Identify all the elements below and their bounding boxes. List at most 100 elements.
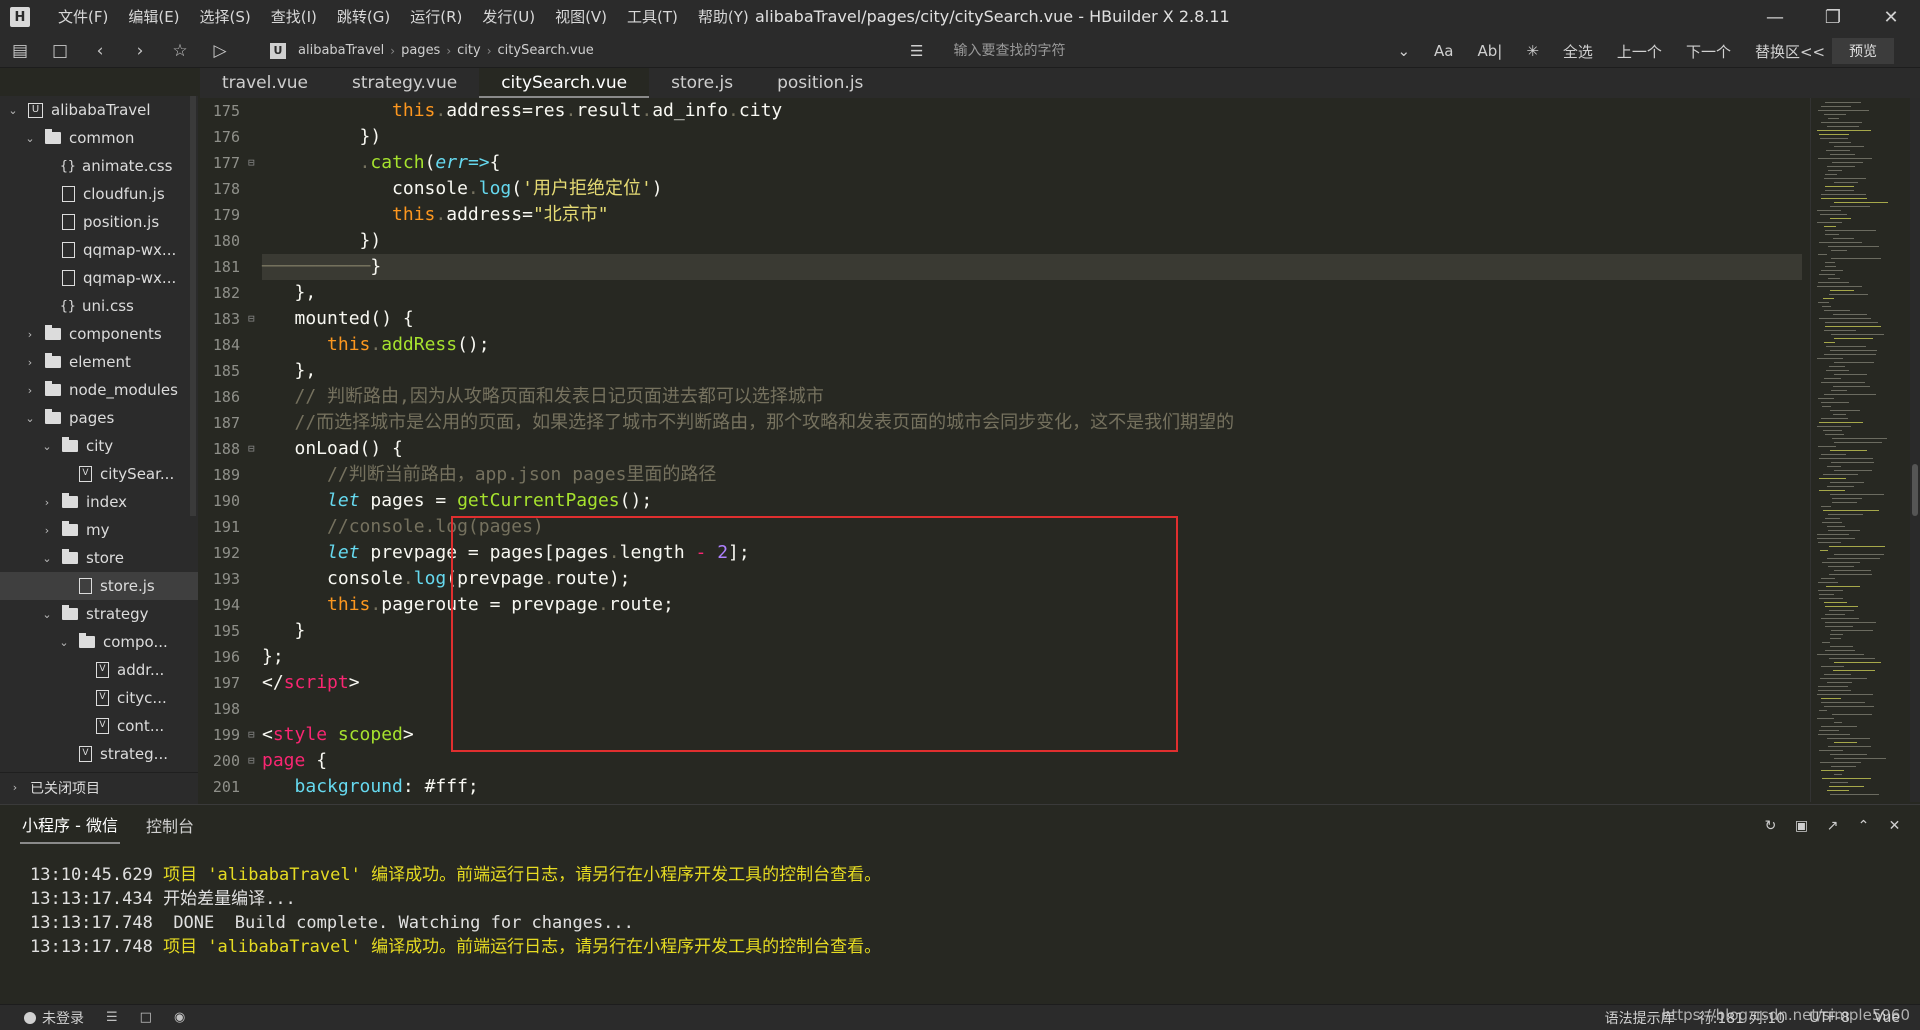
tree-item[interactable]: store.js — [0, 572, 198, 600]
tree-item[interactable]: Vaddr... — [0, 656, 198, 684]
match-case-toggle[interactable]: Aa — [1422, 42, 1465, 60]
menu-item[interactable]: 工具(T) — [617, 0, 688, 34]
code-line[interactable]: </script> — [262, 670, 1802, 696]
replace-toggle-button[interactable]: 替换区<< — [1743, 41, 1837, 62]
fold-toggle-icon[interactable]: ⊟ — [248, 748, 255, 774]
tab-strategy-vue[interactable]: strategy.vue — [330, 68, 479, 98]
closed-projects[interactable]: › 已关闭项目 — [0, 772, 198, 802]
previous-match-button[interactable]: 上一个 — [1605, 41, 1674, 62]
globe-icon[interactable]: ◉ — [174, 1010, 185, 1025]
tree-item[interactable]: {} animate.css — [0, 152, 198, 180]
forward-icon[interactable]: › — [120, 34, 160, 68]
breadcrumb-item[interactable]: citySearch.vue — [492, 43, 600, 58]
whole-word-toggle[interactable]: Ab| — [1465, 42, 1514, 60]
search-history-dropdown-icon[interactable]: ⌄ — [1385, 42, 1422, 60]
favorite-icon[interactable]: ☆ — [160, 34, 200, 68]
tree-item[interactable]: Vcityc... — [0, 684, 198, 712]
breadcrumb-item[interactable]: pages — [395, 43, 446, 58]
console-tab[interactable]: 小程序 - 微信 — [20, 806, 120, 844]
code-line[interactable]: }) — [262, 228, 1802, 254]
minimize-icon[interactable]: — — [1746, 0, 1804, 34]
tree-item[interactable]: ⌄ compo... — [0, 628, 198, 656]
code-line[interactable]: console.log(prevpage.route); — [262, 566, 1802, 592]
back-icon[interactable]: ‹ — [80, 34, 120, 68]
code-line[interactable]: background: #fff; — [262, 774, 1802, 800]
code-line[interactable]: this.pageroute = prevpage.route; — [262, 592, 1802, 618]
login-status[interactable]: 未登录 — [24, 1008, 84, 1028]
breadcrumb-item[interactable]: city — [451, 43, 487, 58]
chevron-down-icon[interactable]: ⌄ — [40, 440, 54, 453]
tree-item[interactable]: {} uni.css — [0, 292, 198, 320]
code-line[interactable]: }, — [262, 358, 1802, 384]
find-mode-icon[interactable]: ☰ — [898, 42, 935, 60]
close-icon[interactable]: ✕ — [1862, 0, 1920, 34]
chevron-down-icon[interactable]: ⌄ — [40, 608, 54, 621]
code-line[interactable]: onLoad() { — [262, 436, 1802, 462]
code-line[interactable]: page { — [262, 748, 1802, 774]
code-line[interactable]: let prevpage = pages[pages.length - 2]; — [262, 540, 1802, 566]
code-line[interactable] — [262, 696, 1802, 722]
select-all-button[interactable]: 全选 — [1551, 41, 1605, 62]
menu-item[interactable]: 编辑(E) — [118, 0, 189, 34]
tab-travel-vue[interactable]: travel.vue — [200, 68, 330, 98]
menu-item[interactable]: 运行(R) — [400, 0, 472, 34]
tab-citySearch-vue[interactable]: citySearch.vue — [479, 68, 650, 98]
stop-icon[interactable]: ▣ — [1786, 813, 1817, 839]
list-icon[interactable]: ☰ — [106, 1010, 118, 1025]
chevron-down-icon[interactable]: ⌄ — [40, 552, 54, 565]
sidebar-scrollbar[interactable] — [190, 96, 196, 516]
tree-item[interactable]: ⌄ UalibabaTravel — [0, 96, 198, 124]
new-file-icon[interactable]: ▤ — [0, 34, 40, 68]
code-line[interactable]: mounted() { — [262, 306, 1802, 332]
console-tab[interactable]: 控制台 — [144, 807, 196, 843]
fold-toggle-icon[interactable]: ⊟ — [248, 436, 255, 462]
editor-scrollbar[interactable] — [1910, 98, 1920, 802]
run-icon[interactable]: ▷ — [200, 34, 240, 68]
tree-item[interactable]: › my — [0, 516, 198, 544]
code-line[interactable]: this.address="北京市" — [262, 202, 1802, 228]
chevron-right-icon[interactable]: › — [40, 524, 54, 537]
menu-item[interactable]: 选择(S) — [190, 0, 261, 34]
scrollbar-thumb[interactable] — [1912, 464, 1918, 516]
tree-item[interactable]: VcitySear... — [0, 460, 198, 488]
tree-item[interactable]: Vcont... — [0, 712, 198, 740]
search-input[interactable] — [935, 38, 1386, 64]
fold-toggle-icon[interactable]: ⊟ — [248, 722, 255, 748]
save-icon[interactable]: □ — [40, 34, 80, 68]
code-line[interactable]: }, — [262, 280, 1802, 306]
code-line[interactable]: this.addRess(); — [262, 332, 1802, 358]
code-line[interactable]: //而选择城市是公用的页面，如果选择了城市不判断路由，那个攻略和发表页面的城市会… — [262, 410, 1802, 436]
tree-item[interactable]: › element — [0, 348, 198, 376]
chevron-down-icon[interactable]: ⌄ — [57, 636, 71, 649]
breadcrumb-item[interactable]: alibabaTravel — [292, 43, 390, 58]
fold-toggle-icon[interactable]: ⊟ — [248, 306, 255, 332]
preview-button[interactable]: 预览 — [1832, 38, 1894, 64]
minimap[interactable] — [1810, 98, 1910, 802]
code-editor[interactable]: 175 176 177 ⊟ 178 179 180 181 182 183 ⊟ 184 185 186 18… — [200, 98, 1810, 802]
menu-item[interactable]: 发行(U) — [472, 0, 545, 34]
tree-item[interactable]: position.js — [0, 208, 198, 236]
export-icon[interactable]: ↗ — [1817, 813, 1848, 839]
chevron-right-icon[interactable]: › — [40, 496, 54, 509]
tree-item[interactable]: › node_modules — [0, 376, 198, 404]
restart-icon[interactable]: ↻ — [1755, 813, 1786, 839]
chevron-right-icon[interactable]: › — [23, 356, 37, 369]
tree-item[interactable]: › components — [0, 320, 198, 348]
menu-item[interactable]: 查找(I) — [261, 0, 327, 34]
close-panel-icon[interactable]: ✕ — [1879, 813, 1910, 839]
menu-item[interactable]: 帮助(Y) — [688, 0, 759, 34]
code-line[interactable]: // 判断路由,因为从攻略页面和发表日记页面进去都可以选择城市 — [262, 384, 1802, 410]
code-line[interactable]: <style scoped> — [262, 722, 1802, 748]
code-line[interactable]: } — [262, 618, 1802, 644]
code-line[interactable]: //判断当前路由，app.json pages里面的路径 — [262, 462, 1802, 488]
code-line[interactable]: ──────────} — [262, 254, 1802, 280]
tree-item[interactable]: qqmap-wx... — [0, 236, 198, 264]
code-line[interactable]: }; — [262, 644, 1802, 670]
tree-item[interactable]: › index — [0, 488, 198, 516]
maximize-icon[interactable]: ❐ — [1804, 0, 1862, 34]
tree-item[interactable]: ⌄ strategy — [0, 600, 198, 628]
regex-toggle-icon[interactable]: ✳ — [1514, 42, 1551, 60]
menu-item[interactable]: 文件(F) — [48, 0, 118, 34]
collapse-icon[interactable]: ⌃ — [1848, 813, 1879, 839]
tree-item[interactable]: cloudfun.js — [0, 180, 198, 208]
